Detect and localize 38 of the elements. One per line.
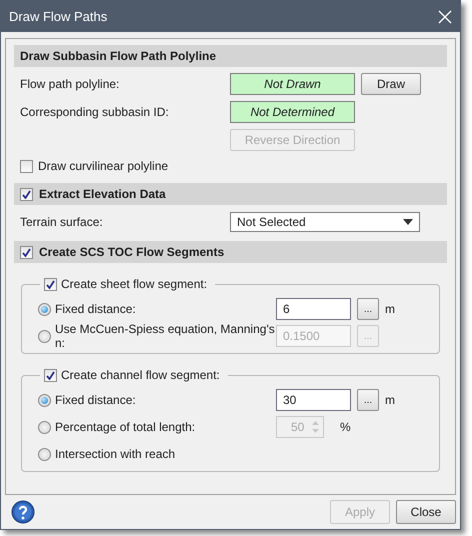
unit-label: m xyxy=(385,393,395,407)
option-label: Use McCuen-Spiess equation, Manning's n: xyxy=(55,322,276,350)
close-icon[interactable] xyxy=(436,8,454,26)
radio-button[interactable] xyxy=(38,302,51,316)
option-label: Intersection with reach xyxy=(55,447,176,461)
field-label: Corresponding subbasin ID: xyxy=(19,105,170,119)
dropdown-arrow-icon[interactable] xyxy=(403,219,413,225)
radio-button[interactable] xyxy=(38,448,51,460)
checkbox-label: Create sheet flow segment: xyxy=(61,277,208,291)
option-label: Percentage of total length: xyxy=(55,420,196,434)
checkbox[interactable] xyxy=(20,246,33,258)
dialog-button[interactable]: Close xyxy=(396,500,456,524)
checkbox[interactable] xyxy=(20,188,33,200)
unit-label: m xyxy=(385,302,395,316)
field-label: Flow path polyline: xyxy=(19,77,120,91)
unit-label: % xyxy=(340,420,351,434)
checkbox[interactable] xyxy=(20,160,33,172)
option-label: Fixed distance: xyxy=(55,393,136,407)
checkbox[interactable] xyxy=(44,278,57,290)
status-field: Not Drawn xyxy=(230,73,355,95)
option-label: Fixed distance: xyxy=(55,302,136,316)
checkbox-label: Create channel flow segment: xyxy=(61,368,220,382)
status-field: Not Determined xyxy=(230,101,355,123)
number-field[interactable]: 6 xyxy=(276,298,351,320)
checkbox-label: Draw curvilinear polyline xyxy=(38,159,168,173)
radio-button[interactable] xyxy=(38,394,51,406)
checkbox[interactable] xyxy=(44,368,57,382)
field-label: Terrain surface: xyxy=(19,215,104,229)
help-icon[interactable] xyxy=(11,500,35,524)
section-title: Create SCS TOC Flow Segments xyxy=(39,245,224,259)
window-title: Draw Flow Paths xyxy=(9,9,108,24)
browse-button[interactable]: ... xyxy=(357,389,379,411)
draw-button[interactable]: Draw xyxy=(361,73,421,95)
number-field[interactable]: 30 xyxy=(276,389,351,411)
section-title: Extract Elevation Data xyxy=(39,187,166,201)
browse-button[interactable]: ... xyxy=(357,298,379,320)
terrain-dropdown[interactable]: Not Selected xyxy=(230,212,420,232)
section-header: Draw Subbasin Flow Path Polyline xyxy=(14,45,447,67)
